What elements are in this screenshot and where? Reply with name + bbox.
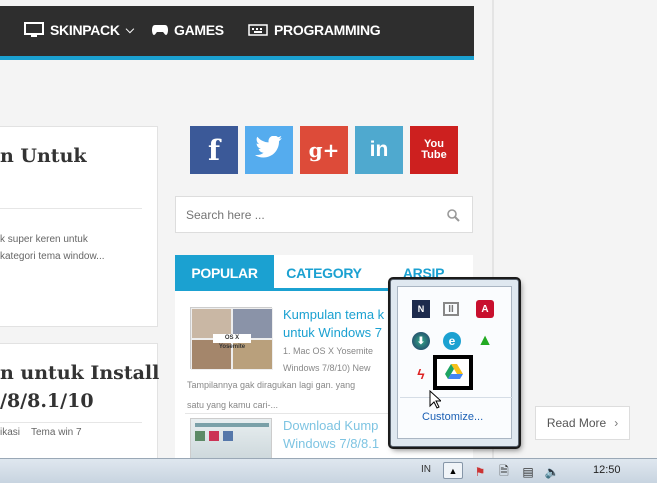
google-plus-button[interactable]: g+ [300,126,348,174]
divider [0,422,142,423]
gamepad-icon [152,25,168,35]
clock[interactable]: 12:50 [593,464,621,476]
post-link[interactable]: Kumpulan tema k [283,305,384,324]
post-title[interactable]: n Untuk [0,145,87,167]
google-drive-icon-highlight[interactable] [433,355,473,390]
post-link[interactable]: Windows 7/8/8.1 [283,434,379,453]
google-plus-icon: g+ [308,138,340,162]
youtube-button[interactable]: You Tube [410,126,458,174]
media-player-icon[interactable]: II [443,302,459,316]
facebook-button[interactable]: f [190,126,238,174]
chevron-right-icon: › [614,416,619,430]
ie-browser-icon[interactable]: e [443,332,461,350]
network-globe-icon[interactable]: ⬇ [412,332,430,350]
monitor-icon [24,22,44,37]
linkedin-button[interactable]: in [355,126,403,174]
mouse-cursor-icon [429,390,441,409]
search-box [175,196,473,233]
top-nav: SKINPACK ⌵ GAMES PROGRAMMING [0,6,474,56]
nav-item-programming[interactable]: PROGRAMMING [248,22,381,38]
read-more-button[interactable]: Read More › [535,406,630,440]
language-indicator[interactable]: IN [421,464,431,475]
post-excerpt: kategori tema window... [0,251,105,262]
post-thumbnail[interactable]: OS X Yosemite [190,307,273,370]
post-tag[interactable]: Tema win 7 [31,424,82,441]
nav-label: SKINPACK [50,22,120,38]
network-icon[interactable]: ▤ [519,463,537,481]
acrobat-icon[interactable]: A [476,300,494,318]
linkedin-icon: in [369,138,389,161]
post-tag[interactable]: ikasi [0,424,20,441]
flash-icon[interactable]: ϟ [412,365,430,383]
nav-item-skinpack[interactable]: SKINPACK ⌵ [24,22,134,38]
post-link[interactable]: Download Kump [283,416,378,435]
divider [0,208,142,209]
post-desc: satu yang kamu cari-... [187,400,279,410]
popup-divider [400,397,513,398]
keyboard-icon [248,24,268,36]
taskbar: IN ▲ ⚑ 🗎 ▤ 🔈 12:50 [0,458,657,483]
customize-link[interactable]: Customize... [422,411,483,423]
tab-category[interactable]: CATEGORY [274,255,374,291]
facebook-icon: f [207,133,221,167]
volume-icon[interactable]: 🔈 [543,463,561,481]
youtube-icon: You Tube [421,138,447,161]
flag-icon[interactable]: ⚑ [471,463,489,481]
post-title[interactable]: n untuk Install [0,362,159,384]
twitter-icon [255,135,283,164]
power-icon[interactable]: 🗎 [495,463,513,481]
post-meta: Windows 7/8/10) New [283,363,371,373]
nav-label: GAMES [174,22,224,38]
tab-popular[interactable]: POPULAR [175,255,274,291]
show-hidden-icons-button[interactable]: ▲ [443,462,463,479]
twitter-button[interactable] [245,126,293,174]
post-desc: Tampilannya gak diragukan lagi gan. yang [187,380,356,390]
green-triangle-icon[interactable]: ▲ [476,332,494,350]
search-input[interactable] [186,208,426,222]
thumbnail-caption: OS X Yosemite [213,334,251,350]
post-excerpt: k super keren untuk [0,234,88,245]
chevron-down-icon: ⌵ [125,23,134,36]
search-icon[interactable] [447,209,460,222]
read-more-label: Read More [546,416,607,430]
post-title[interactable]: /8/8.1/10 [0,390,94,412]
post-thumbnail[interactable] [190,418,272,458]
google-drive-icon [445,364,463,379]
nav-item-games[interactable]: GAMES [152,22,224,38]
monitor-app-icon[interactable]: N [412,300,430,318]
chevron-up-icon: ▲ [448,465,458,476]
post-meta: 1. Mac OS X Yosemite [283,346,374,356]
nav-label: PROGRAMMING [274,22,381,38]
post-link[interactable]: untuk Windows 7 [283,323,382,342]
accent-bar [0,56,474,60]
